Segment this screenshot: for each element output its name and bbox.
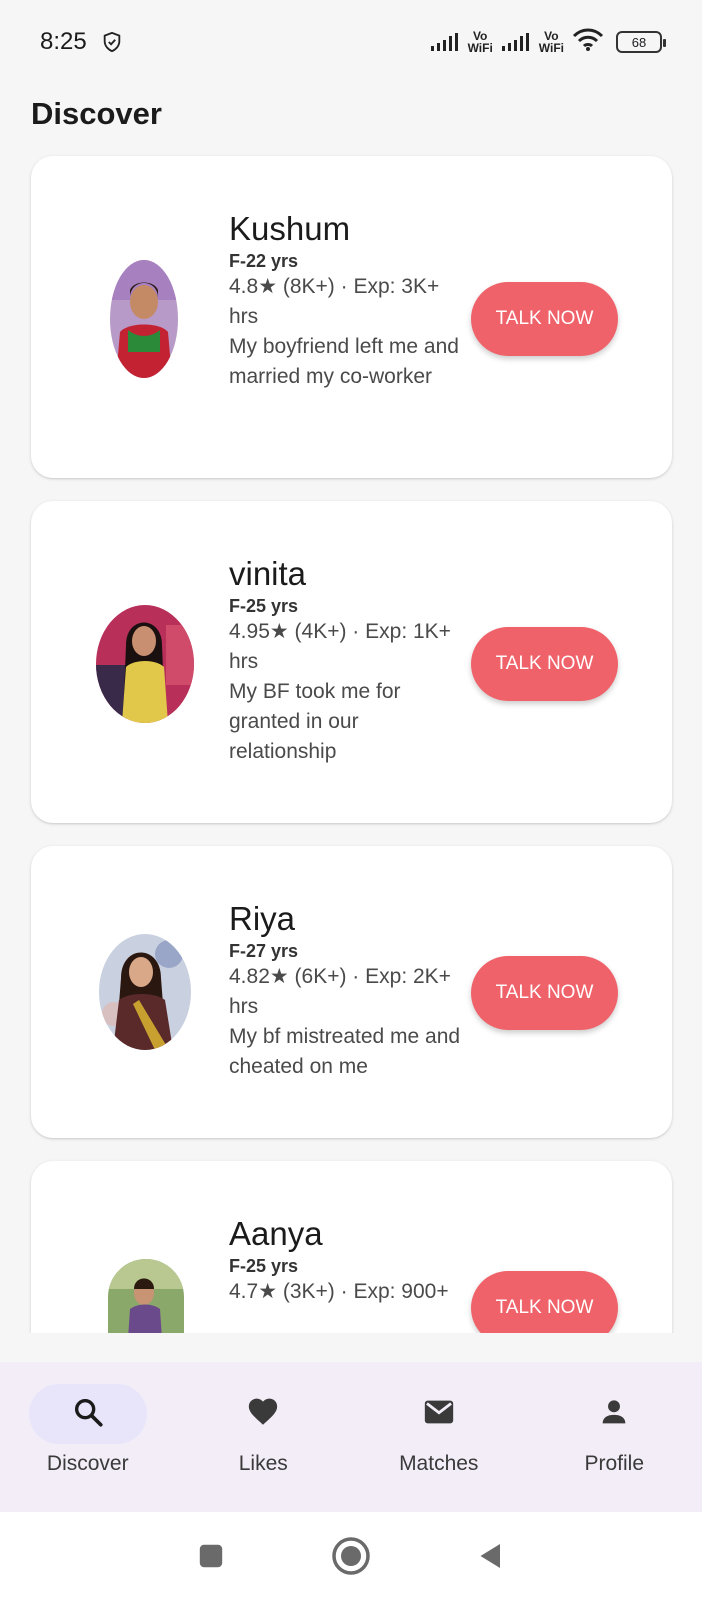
profile-info: vinita F-25 yrs 4.95★ (4K+) · Exp: 1K+ h…	[229, 555, 469, 767]
status-time: 8:25	[40, 28, 87, 55]
profile-card[interactable]: vinita F-25 yrs 4.95★ (4K+) · Exp: 1K+ h…	[31, 501, 672, 823]
bottom-navigation: Discover Likes Matches Profile	[0, 1362, 702, 1512]
signal-icon	[430, 32, 460, 52]
status-indicators: Vo WiFi Vo WiFi 68	[430, 28, 666, 57]
nav-active-indicator[interactable]	[28, 1384, 147, 1444]
profile-stats: 4.82★ (6K+) · Exp: 2K+ hrs	[229, 965, 451, 1018]
vowifi-label: Vo WiFi	[539, 30, 564, 54]
vowifi-bottom-text: WiFi	[467, 41, 493, 55]
recent-apps-icon[interactable]	[191, 1536, 231, 1576]
nav-label: Profile	[584, 1452, 645, 1475]
profile-card[interactable]: Riya F-27 yrs 4.82★ (6K+) · Exp: 2K+ hrs…	[31, 846, 672, 1138]
profile-stats: 4.8★ (8K+) · Exp: 3K+ hrs	[229, 275, 440, 328]
profile-bio: My boyfriend left me and married my co-w…	[229, 335, 459, 388]
wifi-icon	[572, 28, 604, 57]
nav-icon-container[interactable]	[204, 1384, 322, 1444]
nav-item-profile[interactable]: Profile	[529, 1384, 699, 1476]
profile-card[interactable]: Kushum F-22 yrs 4.8★ (8K+) · Exp: 3K+ hr…	[31, 156, 672, 478]
vowifi-bottom-text: WiFi	[538, 41, 564, 55]
profile-name: Aanya	[229, 1215, 323, 1252]
profile-name: Riya	[229, 900, 296, 937]
profile-age: F-22 yrs	[229, 251, 299, 271]
nav-label: Likes	[238, 1452, 288, 1475]
nav-label: Matches	[399, 1452, 479, 1475]
nav-item-discover[interactable]: Discover	[3, 1384, 173, 1476]
profile-info: Riya F-27 yrs 4.82★ (6K+) · Exp: 2K+ hrs…	[229, 900, 469, 1082]
profile-name: vinita	[229, 555, 307, 592]
profile-card[interactable]: Aanya F-25 yrs 4.7★ (3K+) · Exp: 900+ TA…	[31, 1161, 672, 1333]
person-icon	[597, 1395, 631, 1434]
profile-age: F-27 yrs	[229, 941, 299, 961]
system-navigation-bar	[0, 1512, 702, 1600]
signal-icon	[501, 32, 531, 52]
avatar	[99, 934, 191, 1050]
avatar	[96, 605, 194, 723]
vowifi-label: Vo WiFi	[468, 30, 493, 54]
nav-icon-container[interactable]	[555, 1384, 673, 1444]
talk-now-button[interactable]: TALK NOW	[471, 627, 618, 701]
profile-stats: 4.95★ (4K+) · Exp: 1K+ hrs	[229, 620, 451, 673]
avatar	[108, 1259, 184, 1333]
profile-bio: My bf mistreated me and cheated on me	[229, 1025, 461, 1078]
search-icon	[71, 1395, 105, 1434]
profile-age: F-25 yrs	[229, 1256, 299, 1276]
battery-level: 68	[631, 34, 647, 50]
profile-info: Kushum F-22 yrs 4.8★ (8K+) · Exp: 3K+ hr…	[229, 210, 469, 392]
profile-age: F-25 yrs	[229, 596, 299, 616]
home-icon[interactable]	[331, 1536, 371, 1576]
heart-icon	[246, 1395, 280, 1434]
talk-now-button[interactable]: TALK NOW	[471, 1271, 618, 1333]
nav-label: Discover	[46, 1452, 129, 1475]
back-icon[interactable]	[471, 1536, 511, 1576]
profile-list[interactable]: Kushum F-22 yrs 4.8★ (8K+) · Exp: 3K+ hr…	[0, 150, 702, 1333]
profile-name: Kushum	[229, 210, 351, 247]
page-title: Discover	[31, 96, 162, 131]
shield-icon	[101, 30, 123, 54]
battery-icon: 68	[616, 31, 666, 53]
status-bar: 8:25 Vo WiFi Vo WiFi 68	[0, 0, 702, 84]
nav-item-likes[interactable]: Likes	[178, 1384, 348, 1476]
mail-icon	[422, 1395, 456, 1434]
avatar	[110, 260, 178, 378]
nav-icon-container[interactable]	[380, 1384, 498, 1444]
profile-stats: 4.7★ (3K+) · Exp: 900+	[229, 1280, 449, 1303]
nav-item-matches[interactable]: Matches	[354, 1384, 524, 1476]
talk-now-button[interactable]: TALK NOW	[471, 282, 618, 356]
profile-bio: My BF took me for granted in our relatio…	[229, 680, 401, 763]
profile-info: Aanya F-25 yrs 4.7★ (3K+) · Exp: 900+	[229, 1215, 469, 1307]
talk-now-button[interactable]: TALK NOW	[471, 956, 618, 1030]
